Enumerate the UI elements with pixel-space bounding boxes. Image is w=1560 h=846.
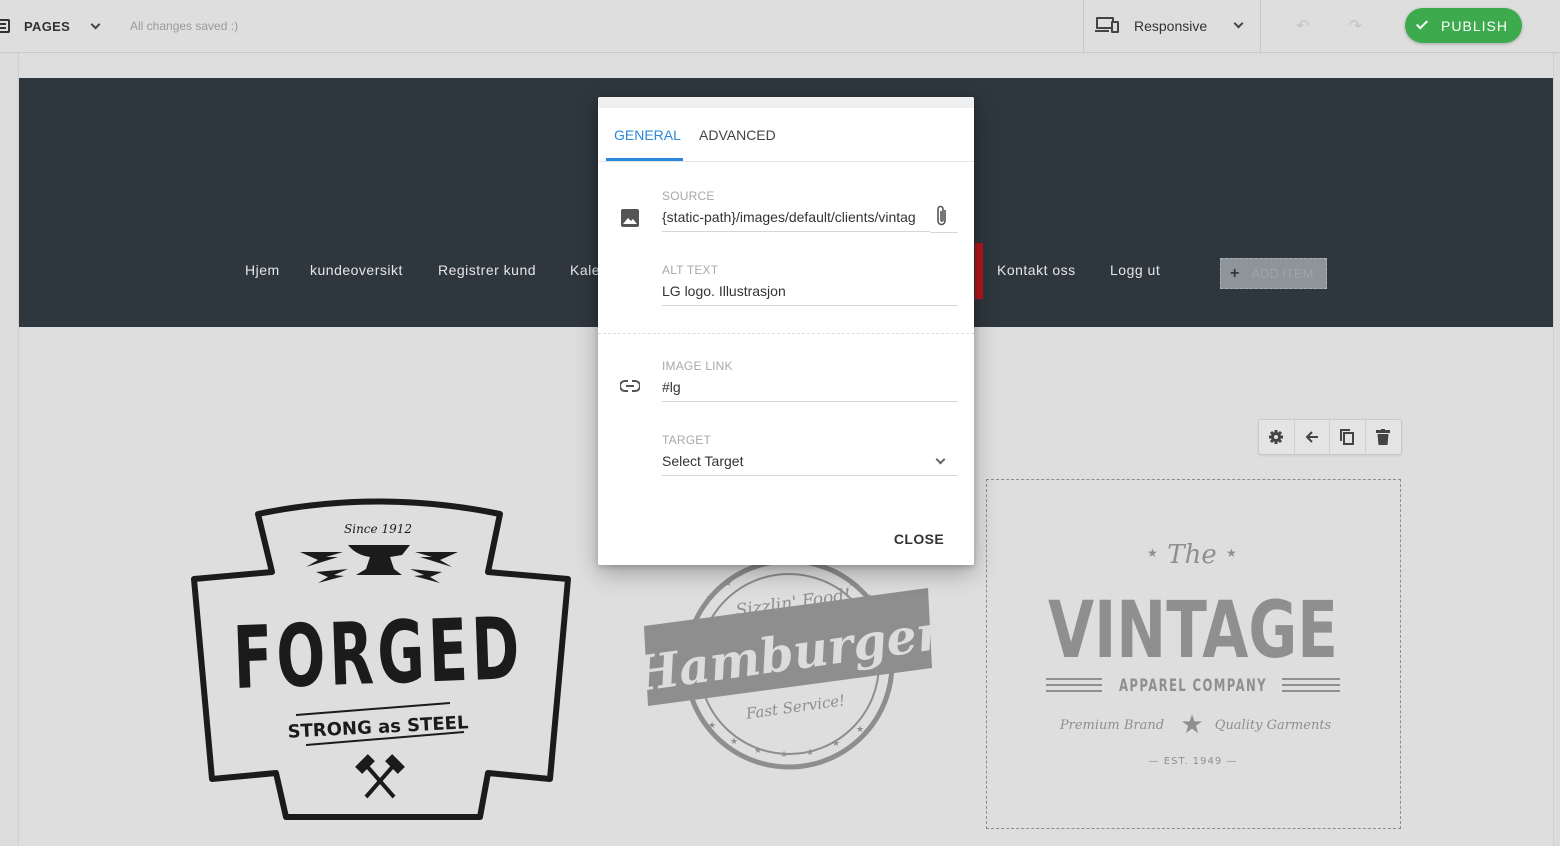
image-link-label: IMAGE LINK [662,359,733,373]
gear-icon [1269,430,1284,444]
left-gutter [0,53,19,846]
arrow-left-icon [1305,431,1318,443]
add-item-label: ADD ITEM [1251,266,1314,281]
nav-item-kundeoversikt[interactable]: kundeoversikt [310,262,403,278]
image-link-input[interactable]: #lg [662,376,958,402]
star-icon: ★ [1226,546,1237,560]
element-select-parent-button[interactable] [1295,420,1330,454]
vintage-the-text: The [1167,540,1216,570]
tab-advanced[interactable]: ADVANCED [699,127,776,143]
close-button[interactable]: CLOSE [888,523,950,555]
star-icon: ★ [1147,546,1158,560]
svg-text:★: ★ [708,721,716,731]
publish-label: PUBLISH [1441,17,1508,34]
alt-text-input[interactable]: LG logo. Illustrasjon [662,280,958,306]
dialog-drag-handle[interactable] [598,97,974,108]
paperclip-icon[interactable] [935,204,949,228]
element-delete-button[interactable] [1366,420,1401,454]
vintage-left-text: Premium Brand [1059,718,1164,733]
nav-active-indicator [975,243,983,299]
save-status: All changes saved :) [130,19,239,33]
target-select[interactable]: Select Target [662,450,958,476]
section-divider [598,333,974,334]
pages-icon [0,19,10,33]
image-settings-dialog: GENERAL ADVANCED SOURCE {static-path}/im… [598,97,974,565]
svg-text:★: ★ [832,739,840,749]
editor-toolbar: PAGES All changes saved :) Responsive ↶ … [0,0,1560,53]
pages-menu-button[interactable]: PAGES [0,0,101,52]
element-toolbar [1258,419,1402,455]
devices-icon [1095,17,1120,35]
svg-text:★: ★ [856,725,864,735]
redo-button[interactable]: ↷ [1340,11,1370,41]
nav-item-registrer-kund[interactable]: Registrer kund [438,262,536,278]
device-mode-label: Responsive [1134,18,1208,34]
source-input[interactable]: {static-path}/images/default/clients/vin… [662,206,930,232]
right-gutter [1553,53,1560,846]
chevron-down-icon [90,19,101,29]
hamburger-logo-image[interactable]: ★★★★ ★★★★ ★★★ Sizzlin' Food! Hamburger F… [638,560,938,775]
vintage-main-text: VINTAGE [1048,586,1338,676]
svg-text:★: ★ [706,593,714,603]
copy-icon [1340,429,1355,445]
link-icon [620,380,640,392]
element-duplicate-button[interactable] [1330,420,1366,454]
check-icon [1416,17,1429,30]
undo-button[interactable]: ↶ [1288,11,1318,41]
toolbar-divider [1260,0,1261,52]
star-icon: ★ [1180,710,1203,740]
hamburger-bottom-text: Fast Service! [744,691,846,723]
svg-text:★: ★ [806,748,814,758]
device-mode-dropdown[interactable]: Responsive [1084,0,1260,52]
crossed-hammers-icon [355,754,405,799]
chevron-down-icon [1233,18,1244,29]
target-label: TARGET [662,433,711,447]
add-nav-item-button[interactable]: + ADD ITEM [1220,258,1327,289]
nav-item-logg-ut[interactable]: Logg ut [1110,262,1160,278]
vintage-est-text: — EST. 1949 — [1149,756,1238,767]
dialog-tabs: GENERAL ADVANCED [598,108,974,162]
svg-text:★: ★ [780,750,788,760]
forged-since-text: Since 1912 [344,522,412,536]
vintage-right-text: Quality Garments [1215,718,1332,733]
alt-text-label: ALT TEXT [662,263,719,277]
vintage-logo-image[interactable]: ★ ★ The VINTAGE APPAREL COMPANY Premium … [1040,535,1346,770]
trash-icon [1376,429,1391,445]
nav-item-kontakt-oss[interactable]: Kontakt oss [997,262,1076,278]
publish-button[interactable]: PUBLISH [1405,8,1522,43]
element-settings-button[interactable] [1259,420,1295,454]
forged-main-text: FORGED [232,599,525,709]
source-label: SOURCE [662,189,715,203]
anvil-icon [300,545,458,583]
pages-label: PAGES [24,18,71,34]
svg-text:★: ★ [730,737,738,747]
svg-text:★: ★ [754,746,762,756]
forged-logo-image[interactable]: Since 1912 FORGED STRONG as STEEL [188,497,574,823]
plus-icon: + [1230,264,1240,282]
active-tab-indicator [606,158,683,161]
vintage-company-text: APPAREL COMPANY [1119,676,1267,696]
nav-item-hjem[interactable]: Hjem [245,262,280,278]
nav-item-kalender[interactable]: Kale [570,262,600,278]
svg-text:★: ★ [724,579,732,589]
tab-general[interactable]: GENERAL [614,127,681,143]
image-icon [621,209,639,227]
